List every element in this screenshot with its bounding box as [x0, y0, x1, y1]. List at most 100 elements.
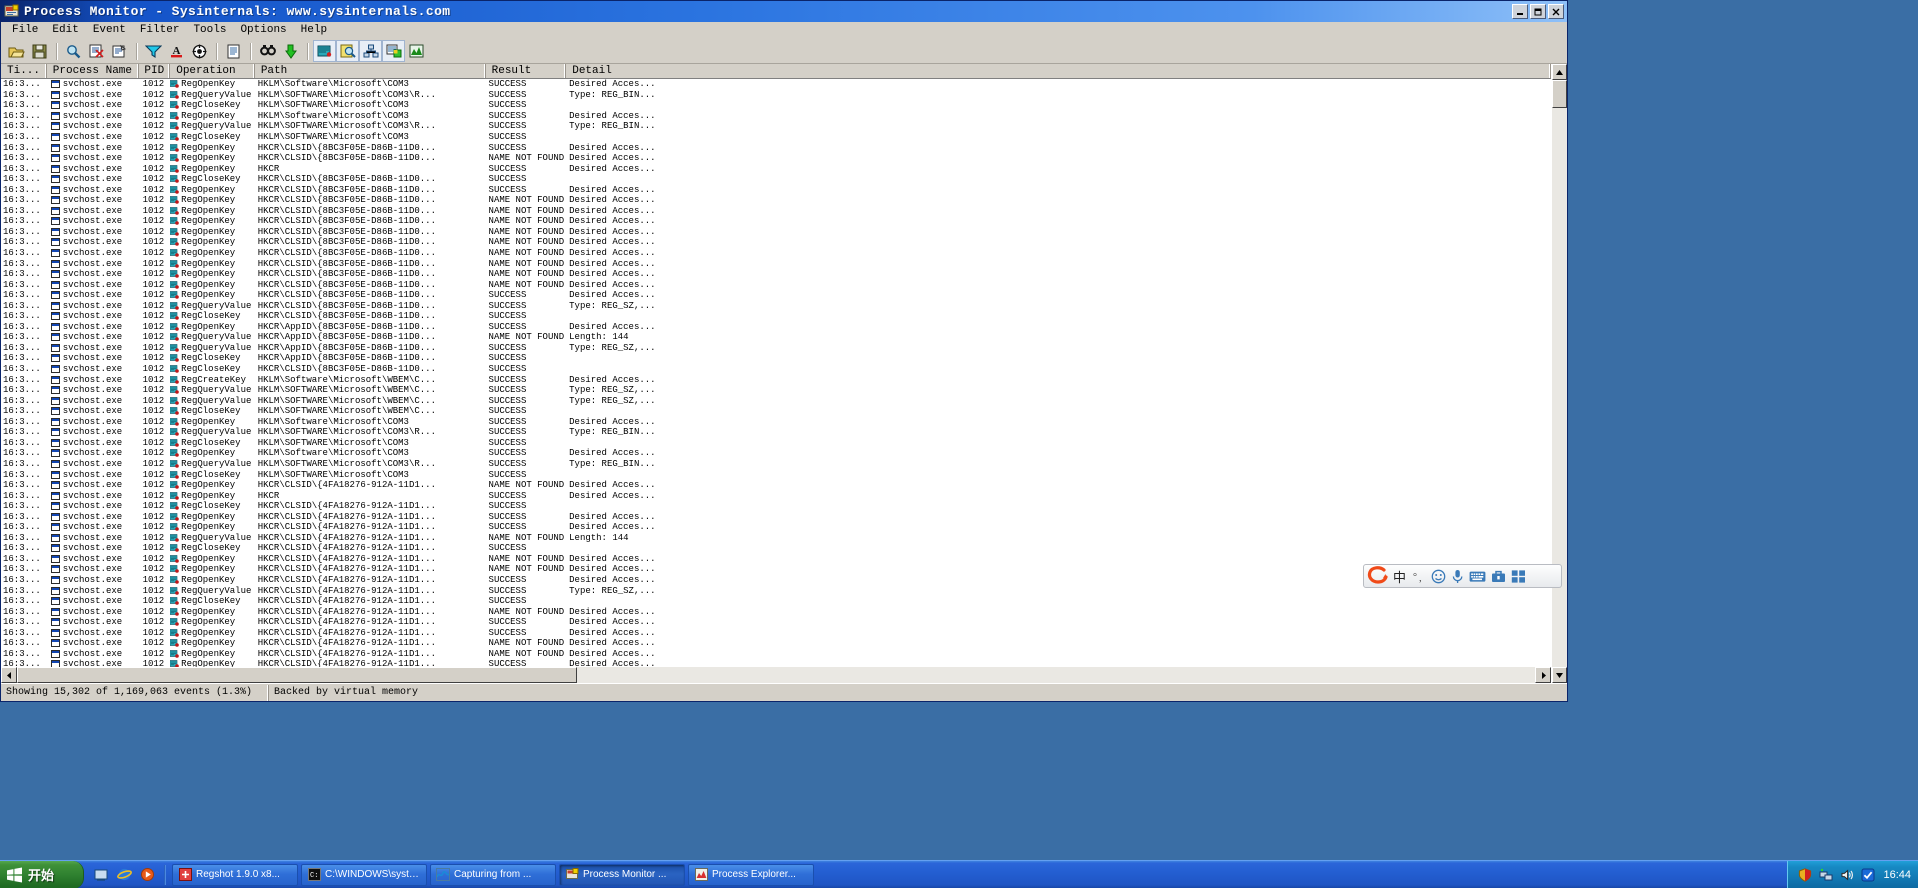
taskbar-button[interactable]: Capturing from ...: [430, 863, 556, 886]
table-row[interactable]: 16:3... svchost.exe 1012 RegOpenKey HKCR\CLS…: [1, 142, 1551, 153]
table-row[interactable]: 16:3... svchost.exe 1012 RegOpenKey HKCR\CLS…: [1, 195, 1551, 206]
column-header-time[interactable]: Ti...: [1, 64, 47, 78]
taskbar-button[interactable]: C: C:\WINDOWS\syste...: [301, 863, 427, 886]
show-profiling-events-icon[interactable]: [405, 40, 428, 62]
autoscroll-icon[interactable]: [85, 40, 108, 62]
table-row[interactable]: 16:3... svchost.exe 1012 RegOpenKey HKCR\CLS…: [1, 554, 1551, 565]
taskbar-button[interactable]: Regshot 1.9.0 x8...: [172, 863, 298, 886]
table-row[interactable]: 16:3... svchost.exe 1012 RegCloseKey HKCR\CL…: [1, 174, 1551, 185]
column-header-process[interactable]: Process Name: [47, 64, 140, 78]
microphone-icon[interactable]: [1451, 569, 1464, 584]
table-row[interactable]: 16:3... svchost.exe 1012 RegOpenKey HKCR\CLS…: [1, 279, 1551, 290]
menu-event[interactable]: Event: [86, 23, 133, 38]
include-process-icon[interactable]: [188, 40, 211, 62]
table-row[interactable]: 16:3... svchost.exe 1012 RegQueryValue HKCR\…: [1, 533, 1551, 544]
show-registry-activity-icon[interactable]: [313, 40, 336, 62]
network-icon[interactable]: [1818, 867, 1833, 882]
shield-icon[interactable]: [1797, 867, 1812, 882]
soft-keyboard-icon[interactable]: [1469, 570, 1486, 583]
capture-icon[interactable]: [62, 40, 85, 62]
table-row[interactable]: 16:3... svchost.exe 1012 RegOpenKey HKCR\CLS…: [1, 227, 1551, 238]
table-row[interactable]: 16:3... svchost.exe 1012 RegCloseKey HKCR\Ap…: [1, 353, 1551, 364]
scroll-up-button[interactable]: [1552, 64, 1567, 80]
table-row[interactable]: 16:3... svchost.exe 1012 RegCloseKey HKLM\SO…: [1, 469, 1551, 480]
table-row[interactable]: 16:3... svchost.exe 1012 RegOpenKey HKCR\CLS…: [1, 617, 1551, 628]
column-header-operation[interactable]: Operation: [170, 64, 255, 78]
table-row[interactable]: 16:3... svchost.exe 1012 RegOpenKey HKCR\CLS…: [1, 627, 1551, 638]
open-icon[interactable]: [5, 40, 28, 62]
scroll-left-button[interactable]: [1, 667, 17, 683]
table-row[interactable]: 16:3... svchost.exe 1012 RegOpenKey HKLM\Sof…: [1, 79, 1551, 90]
table-row[interactable]: 16:3... svchost.exe 1012 RegQueryValue HKLM\…: [1, 395, 1551, 406]
taskbar-button[interactable]: Process Monitor ...: [559, 863, 685, 886]
title-bar[interactable]: Process Monitor - Sysinternals: www.sysi…: [1, 1, 1567, 22]
menu-icon[interactable]: [1511, 569, 1526, 583]
table-row[interactable]: 16:3... svchost.exe 1012 RegOpenKey HKCR\CLS…: [1, 184, 1551, 195]
table-row[interactable]: 16:3... svchost.exe 1012 RegQueryValue HKCR\…: [1, 332, 1551, 343]
table-row[interactable]: 16:3... svchost.exe 1012 RegQueryValue HKCR\…: [1, 585, 1551, 596]
jump-to-icon[interactable]: [222, 40, 245, 62]
table-row[interactable]: 16:3... svchost.exe 1012 RegQueryValue HKCR\…: [1, 300, 1551, 311]
taskbar-button[interactable]: Process Explorer...: [688, 863, 814, 886]
table-row[interactable]: 16:3... svchost.exe 1012 RegCloseKey HKCR\CL…: [1, 501, 1551, 512]
menu-filter[interactable]: Filter: [133, 23, 187, 38]
table-row[interactable]: 16:3... svchost.exe 1012 RegCreateKey HKLM\S…: [1, 374, 1551, 385]
table-row[interactable]: 16:3... svchost.exe 1012 RegOpenKey HKCR\CLS…: [1, 522, 1551, 533]
column-header-result[interactable]: Result: [486, 64, 567, 78]
scroll-down-button[interactable]: [1552, 667, 1567, 683]
menu-help[interactable]: Help: [294, 23, 334, 38]
column-header-pid[interactable]: PID: [139, 64, 171, 78]
table-row[interactable]: 16:3... svchost.exe 1012 RegOpenKey HKCR\CLS…: [1, 269, 1551, 280]
vertical-scrollbar[interactable]: [1551, 64, 1567, 683]
start-button[interactable]: 开始: [0, 860, 84, 888]
column-header-detail[interactable]: Detail: [566, 64, 1551, 78]
table-row[interactable]: 16:3... svchost.exe 1012 RegCloseKey HKCR\CL…: [1, 596, 1551, 607]
vscroll-thumb[interactable]: [1552, 80, 1567, 108]
clear-icon[interactable]: [108, 40, 131, 62]
table-row[interactable]: 16:3... svchost.exe 1012 RegCloseKey HKLM\SO…: [1, 100, 1551, 111]
hscroll-thumb[interactable]: [17, 667, 577, 683]
column-header-path[interactable]: Path: [255, 64, 486, 78]
table-row[interactable]: 16:3... svchost.exe 1012 RegOpenKey HKCR\CLS…: [1, 511, 1551, 522]
table-row[interactable]: 16:3... svchost.exe 1012 RegOpenKey HKCR\CLS…: [1, 638, 1551, 649]
table-row[interactable]: 16:3... svchost.exe 1012 RegOpenKey HKLM\Sof…: [1, 111, 1551, 122]
comma-period-icon[interactable]: ° ,: [1411, 569, 1426, 583]
table-row[interactable]: 16:3... svchost.exe 1012 RegOpenKey HKCR\App…: [1, 322, 1551, 333]
table-row[interactable]: 16:3... svchost.exe 1012 RegOpenKey HKCR\CLS…: [1, 659, 1551, 667]
highlight-icon[interactable]: A: [165, 40, 188, 62]
table-row[interactable]: 16:3... svchost.exe 1012 RegCloseKey HKCR\CL…: [1, 311, 1551, 322]
table-row[interactable]: 16:3... svchost.exe 1012 RegQueryValue HKLM\…: [1, 90, 1551, 101]
menu-file[interactable]: File: [5, 23, 45, 38]
table-row[interactable]: 16:3... svchost.exe 1012 RegOpenKey HKCR\CLS…: [1, 258, 1551, 269]
table-row[interactable]: 16:3... svchost.exe 1012 RegQueryValue HKLM\…: [1, 385, 1551, 396]
table-row[interactable]: 16:3... svchost.exe 1012 RegQueryValue HKLM\…: [1, 459, 1551, 470]
table-row[interactable]: 16:3... svchost.exe 1012 RegOpenKey HKCR\CLS…: [1, 649, 1551, 660]
table-row[interactable]: 16:3... svchost.exe 1012 RegOpenKey HKCR SUCC…: [1, 163, 1551, 174]
show-desktop-icon[interactable]: [93, 867, 109, 883]
table-row[interactable]: 16:3... svchost.exe 1012 RegOpenKey HKCR\CLS…: [1, 575, 1551, 586]
filter-icon[interactable]: [142, 40, 165, 62]
sogou-logo-icon[interactable]: [1367, 566, 1388, 586]
table-row[interactable]: 16:3... svchost.exe 1012 RegOpenKey HKCR\CLS…: [1, 216, 1551, 227]
ime-mode-toggle[interactable]: 中: [1393, 567, 1406, 586]
table-row[interactable]: 16:3... svchost.exe 1012 RegQueryValue HKCR\…: [1, 343, 1551, 354]
table-row[interactable]: 16:3... svchost.exe 1012 RegCloseKey HKLM\SO…: [1, 406, 1551, 417]
table-row[interactable]: 16:3... svchost.exe 1012 RegOpenKey HKCR SUCC…: [1, 490, 1551, 501]
media-player-icon[interactable]: [139, 867, 155, 883]
table-row[interactable]: 16:3... svchost.exe 1012 RegCloseKey HKLM\SO…: [1, 438, 1551, 449]
menu-edit[interactable]: Edit: [45, 23, 85, 38]
table-row[interactable]: 16:3... svchost.exe 1012 RegOpenKey HKCR\CLS…: [1, 480, 1551, 491]
antivirus-icon[interactable]: [1860, 867, 1875, 882]
table-row[interactable]: 16:3... svchost.exe 1012 RegOpenKey HKLM\Sof…: [1, 448, 1551, 459]
volume-icon[interactable]: [1839, 867, 1854, 882]
hscroll-track[interactable]: [577, 667, 1535, 683]
minimize-button[interactable]: [1512, 4, 1528, 19]
show-process-activity-icon[interactable]: [382, 40, 405, 62]
process-tree-icon[interactable]: [279, 40, 302, 62]
menu-tools[interactable]: Tools: [186, 23, 233, 38]
table-row[interactable]: 16:3... svchost.exe 1012 RegOpenKey HKCR\CLS…: [1, 206, 1551, 217]
table-row[interactable]: 16:3... svchost.exe 1012 RegQueryValue HKLM\…: [1, 427, 1551, 438]
save-icon[interactable]: [28, 40, 51, 62]
toolbox-icon[interactable]: [1491, 569, 1506, 583]
show-network-activity-icon[interactable]: [359, 40, 382, 62]
